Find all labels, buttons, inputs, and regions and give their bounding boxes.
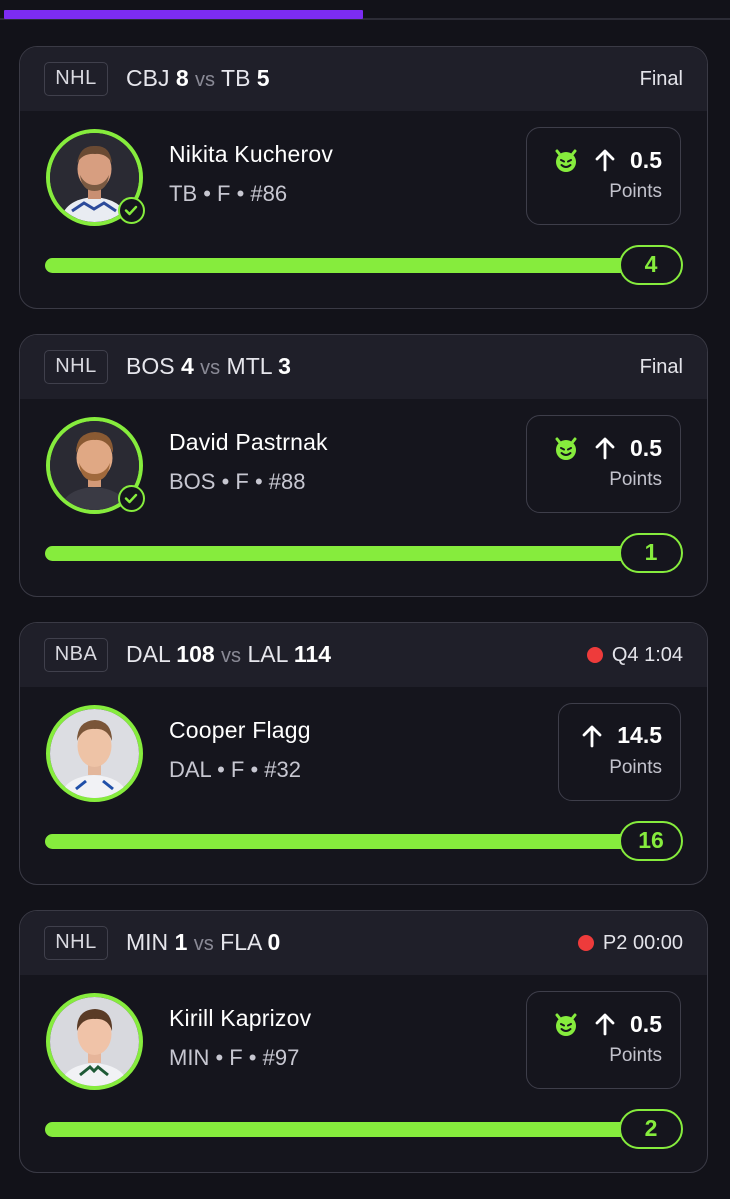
projection-box: 0.5 Points (526, 415, 681, 513)
matchup: BOS 4 vs MTL 3 (126, 351, 291, 383)
away-team: DAL (126, 641, 170, 667)
vs-label: vs (195, 69, 216, 91)
projection-row: 0.5 (552, 1010, 662, 1038)
pick-card[interactable]: NBA DAL 108 vs LAL 114 Q4 1:04 Cooper Fl… (19, 622, 708, 885)
away-team: MIN (126, 929, 169, 955)
player-meta: BOS • F • #88 (169, 469, 306, 494)
game-status: Final (640, 65, 683, 93)
player-photo (50, 709, 139, 798)
vs-label: vs (200, 357, 221, 379)
pick-card[interactable]: NHL CBJ 8 vs TB 5 Final Nikita Kucherov … (19, 46, 708, 309)
away-team: CBJ (126, 65, 170, 91)
home-team: FLA (220, 929, 262, 955)
pick-card[interactable]: NHL MIN 1 vs FLA 0 P2 00:00 Kirill Kapri… (19, 910, 708, 1173)
player-meta: DAL • F • #32 (169, 757, 301, 782)
live-indicator-icon (586, 647, 603, 663)
avatar (46, 705, 143, 802)
check-icon (118, 197, 145, 224)
matchup: DAL 108 vs LAL 114 (126, 639, 331, 671)
arrow-up-icon (595, 149, 615, 172)
stat-label: Points (609, 469, 662, 490)
progress-bar (45, 546, 645, 561)
stat-label: Points (609, 1045, 662, 1066)
status-text: P2 00:00 (602, 932, 683, 954)
away-score: 1 (174, 929, 188, 955)
player-meta: TB • F • #86 (169, 181, 288, 206)
projection-box: 0.5 Points (526, 991, 681, 1089)
top-progress-fill (4, 10, 363, 19)
progress-bar (45, 258, 645, 273)
home-team: LAL (247, 641, 288, 667)
league-badge: NHL (44, 926, 108, 960)
card-header: NHL CBJ 8 vs TB 5 Final (20, 47, 707, 111)
avatar (46, 993, 143, 1090)
demon-icon (555, 149, 577, 172)
actual-value-pill: 4 (619, 245, 683, 285)
player-meta: MIN • F • #97 (169, 1045, 300, 1070)
projection-box: 14.5 Points (558, 703, 681, 801)
line-value: 0.5 (630, 146, 662, 173)
progress-bar (45, 834, 645, 849)
player-name: Kirill Kaprizov (169, 1005, 312, 1031)
league-badge: NBA (44, 638, 108, 672)
projection-row: 14.5 (581, 722, 662, 749)
actual-value-pill: 16 (619, 821, 683, 861)
line-value: 0.5 (630, 434, 662, 461)
player-name: David Pastrnak (169, 429, 328, 455)
home-score: 0 (267, 929, 281, 955)
avatar (46, 417, 145, 514)
status-text: Final (639, 68, 683, 90)
projection-row: 0.5 (552, 434, 662, 462)
away-score: 108 (176, 641, 215, 667)
card-header: NHL BOS 4 vs MTL 3 Final (20, 335, 707, 399)
demon-icon (555, 437, 577, 460)
projection-box: 0.5 Points (526, 127, 681, 225)
home-score: 3 (278, 353, 291, 379)
away-score: 8 (175, 65, 189, 91)
game-status: Final (640, 353, 683, 381)
progress-bar (45, 1122, 645, 1137)
card-header: NBA DAL 108 vs LAL 114 Q4 1:04 (20, 623, 707, 687)
arrow-up-icon (595, 1013, 615, 1036)
status-text: Final (639, 356, 683, 378)
game-status: P2 00:00 (577, 929, 683, 957)
live-indicator-icon (577, 935, 594, 951)
home-score: 5 (256, 65, 270, 91)
game-status: Q4 1:04 (586, 641, 683, 669)
line-value: 0.5 (630, 1010, 662, 1037)
home-score: 114 (293, 641, 332, 667)
matchup: MIN 1 vs FLA 0 (126, 927, 280, 959)
home-team: MTL (226, 353, 272, 379)
away-team: BOS (126, 353, 175, 379)
projection-row: 0.5 (552, 146, 662, 174)
player-name: Nikita Kucherov (169, 141, 334, 167)
player-name: Cooper Flagg (169, 717, 311, 743)
arrow-up-icon (582, 725, 602, 747)
line-value: 14.5 (617, 722, 662, 748)
actual-value-pill: 1 (619, 533, 683, 573)
arrow-up-icon (595, 437, 615, 460)
home-team: TB (221, 65, 251, 91)
pick-card[interactable]: NHL BOS 4 vs MTL 3 Final David Pastrnak … (19, 334, 708, 597)
stat-label: Points (609, 181, 662, 202)
vs-label: vs (221, 645, 242, 667)
vs-label: vs (193, 933, 214, 955)
away-score: 4 (180, 353, 194, 379)
player-photo (50, 997, 139, 1086)
stat-label: Points (609, 757, 662, 778)
check-icon (118, 485, 145, 512)
actual-value-pill: 2 (619, 1109, 683, 1149)
avatar (46, 129, 145, 226)
matchup: CBJ 8 vs TB 5 (126, 63, 270, 95)
league-badge: NHL (44, 62, 108, 96)
card-header: NHL MIN 1 vs FLA 0 P2 00:00 (20, 911, 707, 975)
demon-icon (555, 1013, 577, 1036)
league-badge: NHL (44, 350, 108, 384)
status-text: Q4 1:04 (611, 644, 683, 666)
